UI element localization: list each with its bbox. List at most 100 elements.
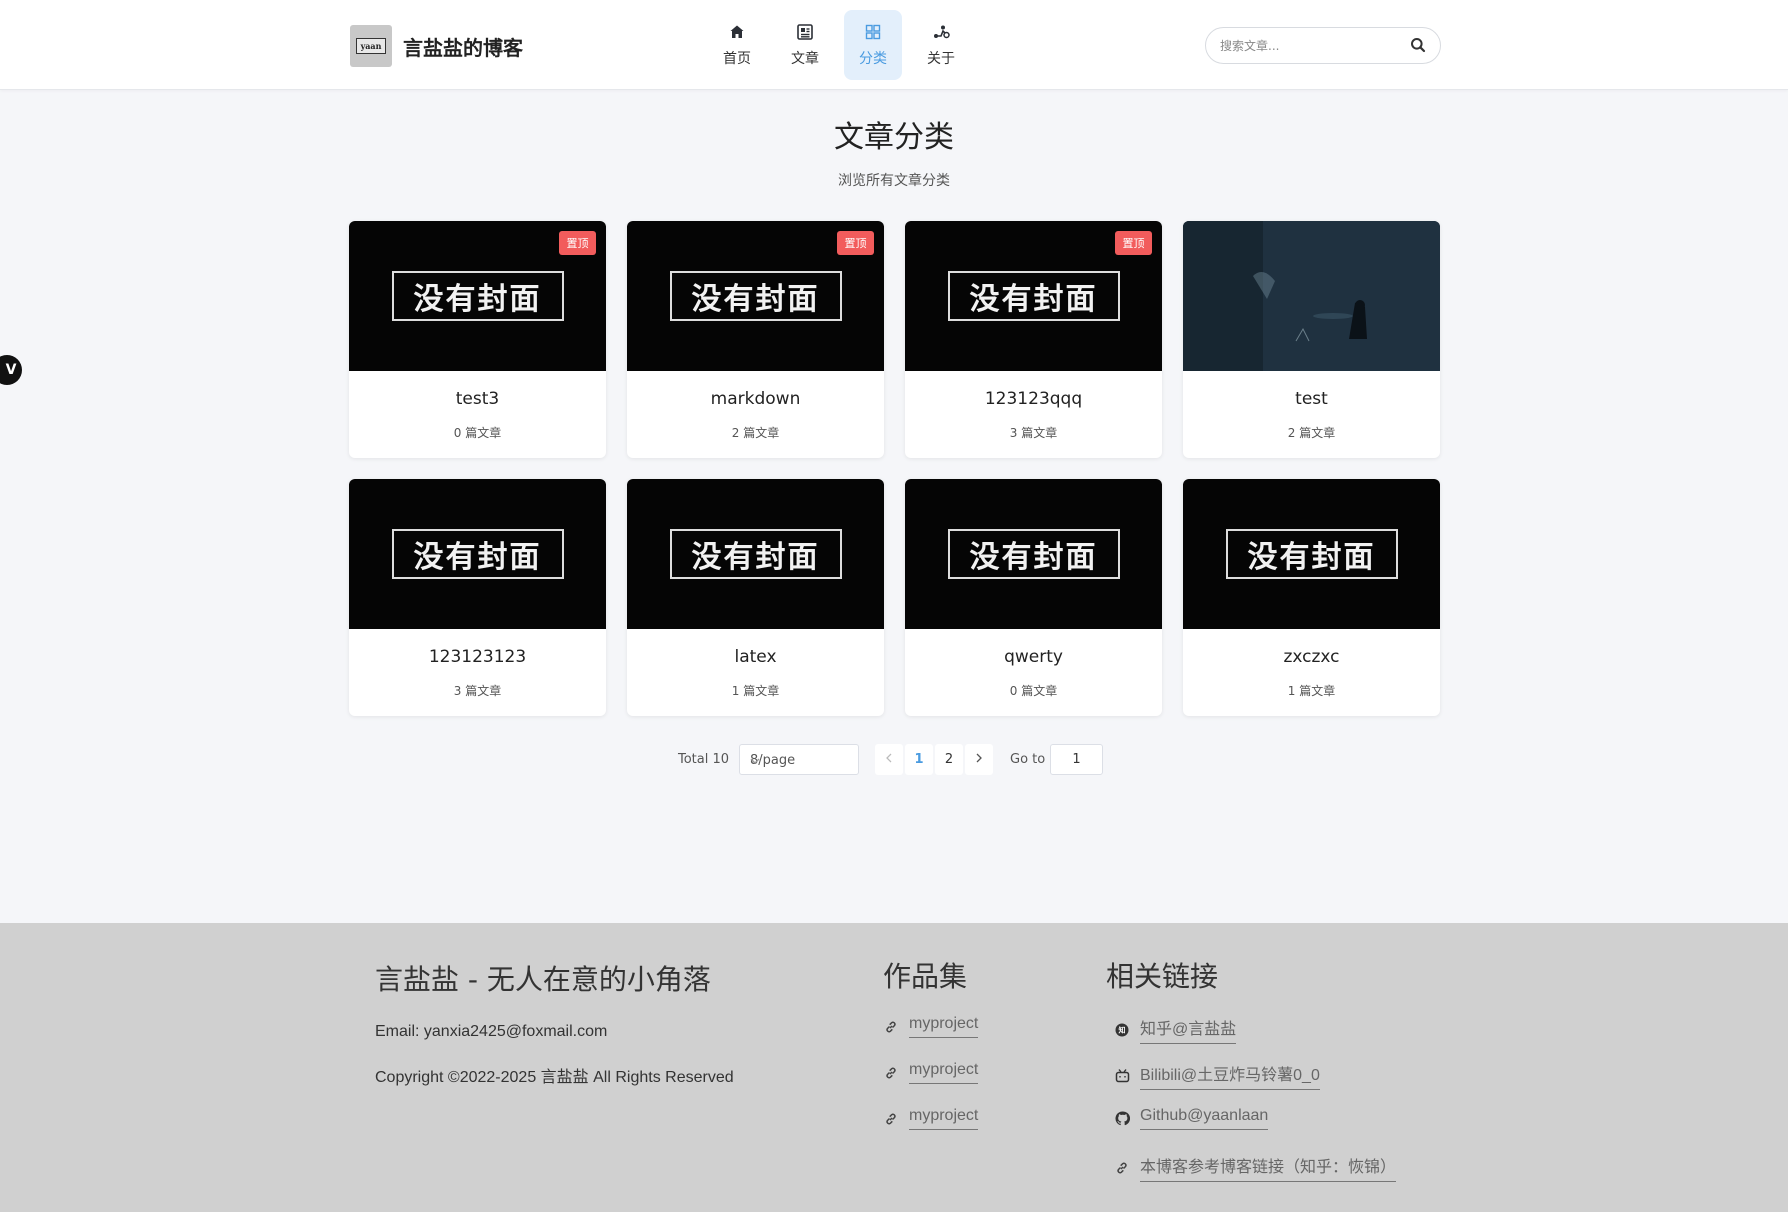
category-card[interactable]: 没有封面 置顶 test3 0 篇文章 [349, 221, 606, 458]
svg-text:知: 知 [1118, 1025, 1126, 1034]
chevron-left-icon [884, 752, 894, 767]
category-card[interactable]: 没有封面 zxczxc 1 篇文章 [1183, 479, 1440, 716]
zhihu-icon: 知 [1114, 1022, 1130, 1038]
site-footer: 言盐盐 - 无人在意的小角落 Email: yanxia2425@foxmail… [0, 923, 1788, 1212]
works-link-label: myproject [909, 1107, 979, 1130]
link-icon [1114, 1160, 1130, 1176]
related-link-label: 本博客参考博客链接（知乎：恢锦） [1140, 1153, 1397, 1182]
site-logo[interactable]: yaan [350, 25, 392, 67]
about-icon [932, 23, 950, 41]
no-cover-placeholder: 没有封面 [1225, 529, 1398, 579]
no-cover-placeholder: 没有封面 [947, 271, 1120, 321]
related-link[interactable]: Bilibili@土豆炸马铃薯0_0 [1114, 1061, 1320, 1090]
category-cover: 没有封面 置顶 [349, 221, 606, 371]
search-input[interactable] [1220, 36, 1400, 56]
pinned-badge: 置顶 [837, 231, 874, 255]
footer-title: 言盐盐 - 无人在意的小角落 [375, 963, 711, 996]
category-name: test [1295, 389, 1328, 409]
pagination-total: Total 10 [678, 752, 730, 767]
pinned-badge: 置顶 [559, 231, 596, 255]
page-number-2[interactable]: 2 [935, 744, 963, 775]
no-cover-placeholder: 没有封面 [391, 529, 564, 579]
category-article-count: 2 篇文章 [1287, 426, 1336, 440]
works-link-label: myproject [909, 1061, 979, 1084]
page-number-1[interactable]: 1 [905, 744, 933, 775]
search-icon[interactable] [1410, 37, 1428, 55]
category-name: zxczxc [1283, 647, 1340, 667]
link-icon [883, 1111, 899, 1127]
related-link[interactable]: Github@yaanlaan [1114, 1107, 1269, 1130]
category-card[interactable]: 没有封面 置顶 markdown 2 篇文章 [627, 221, 884, 458]
category-cover: 没有封面 [627, 479, 884, 629]
category-article-count: 0 篇文章 [1009, 684, 1058, 698]
category-card[interactable]: 没有封面 qwerty 0 篇文章 [905, 479, 1162, 716]
category-article-count: 3 篇文章 [453, 684, 502, 698]
article-icon [796, 23, 814, 41]
cover-illustration [1183, 221, 1440, 371]
home-icon [728, 23, 746, 41]
side-toggle-button[interactable]: V [0, 355, 22, 385]
works-link[interactable]: myproject [883, 1061, 979, 1084]
category-article-count: 2 篇文章 [731, 426, 780, 440]
category-card[interactable]: 没有封面 123123123 3 篇文章 [349, 479, 606, 716]
page-title: 文章分类 [834, 120, 954, 155]
page-subtitle: 浏览所有文章分类 [838, 173, 950, 189]
no-cover-placeholder: 没有封面 [669, 529, 842, 579]
chevron-down-icon [750, 755, 760, 765]
related-link-label: Bilibili@土豆炸马铃薯0_0 [1140, 1061, 1320, 1090]
footer-email: Email: yanxia2425@foxmail.com [375, 1023, 608, 1040]
footer-copyright: Copyright ©2022-2025 言盐盐 All Rights Rese… [375, 1069, 734, 1086]
nav-about[interactable]: 关于 [912, 10, 970, 80]
no-cover-placeholder: 没有封面 [947, 529, 1120, 579]
github-icon [1114, 1111, 1130, 1127]
category-article-count: 1 篇文章 [1287, 684, 1336, 698]
category-article-count: 0 篇文章 [453, 426, 502, 440]
category-card[interactable]: test 2 篇文章 [1183, 221, 1440, 458]
category-name: 123123123 [428, 647, 527, 667]
nav-about-label: 关于 [927, 50, 955, 67]
page-size-select[interactable]: 8/page [739, 744, 859, 775]
site-title[interactable]: 言盐盐的博客 [403, 32, 523, 61]
link-icon [883, 1065, 899, 1081]
related-link[interactable]: 本博客参考博客链接（知乎：恢锦） [1114, 1153, 1397, 1182]
nav-articles-label: 文章 [791, 50, 819, 67]
works-heading: 作品集 [883, 960, 968, 993]
search-box [1205, 27, 1441, 64]
side-toggle-label: V [5, 362, 17, 378]
nav-home[interactable]: 首页 [708, 10, 766, 80]
next-page-button[interactable] [965, 744, 993, 775]
works-link[interactable]: myproject [883, 1107, 979, 1130]
no-cover-placeholder: 没有封面 [669, 271, 842, 321]
category-icon [864, 23, 882, 41]
category-name: 123123qqq [984, 389, 1083, 409]
logo-mark: yaan [356, 38, 386, 54]
category-article-count: 1 篇文章 [731, 684, 780, 698]
top-header: yaan 言盐盐的博客 首页 文章 分类 关于 [0, 0, 1788, 90]
chevron-right-icon [974, 752, 984, 767]
category-name: test3 [455, 389, 500, 409]
related-link-label: Github@yaanlaan [1140, 1107, 1269, 1130]
goto-label: Go to [1010, 752, 1046, 767]
prev-page-button[interactable] [875, 744, 903, 775]
category-cover: 没有封面 [905, 479, 1162, 629]
category-name: qwerty [1004, 647, 1063, 667]
nav-articles[interactable]: 文章 [776, 10, 834, 80]
goto-page-input[interactable] [1050, 744, 1103, 775]
category-cover: 没有封面 [349, 479, 606, 629]
links-heading: 相关链接 [1106, 960, 1219, 993]
category-article-count: 3 篇文章 [1009, 426, 1058, 440]
bilibili-icon [1114, 1068, 1130, 1084]
category-cover: 没有封面 置顶 [627, 221, 884, 371]
pinned-badge: 置顶 [1115, 231, 1152, 255]
nav-home-label: 首页 [723, 50, 751, 67]
works-link-label: myproject [909, 1015, 979, 1038]
no-cover-placeholder: 没有封面 [391, 271, 564, 321]
related-link[interactable]: 知 知乎@言盐盐 [1114, 1015, 1237, 1044]
category-card[interactable]: 没有封面 latex 1 篇文章 [627, 479, 884, 716]
link-icon [883, 1019, 899, 1035]
works-link[interactable]: myproject [883, 1015, 979, 1038]
category-card[interactable]: 没有封面 置顶 123123qqq 3 篇文章 [905, 221, 1162, 458]
category-cover [1183, 221, 1440, 371]
nav-categories[interactable]: 分类 [844, 10, 902, 80]
category-cover: 没有封面 置顶 [905, 221, 1162, 371]
